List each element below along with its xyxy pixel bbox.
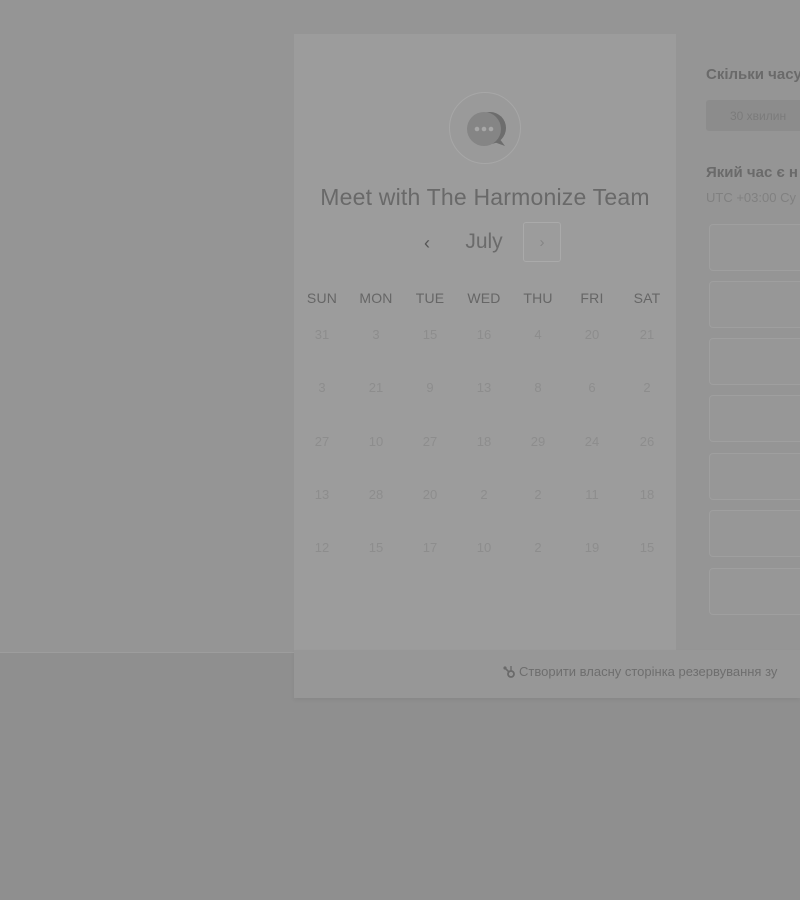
- weekday-label: TUE: [415, 290, 445, 306]
- weekday-label: SUN: [306, 290, 338, 306]
- calendar-day[interactable]: 3: [302, 380, 342, 395]
- month-label: July: [465, 230, 503, 253]
- calendar-day[interactable]: 19: [572, 540, 612, 555]
- calendar-day[interactable]: 29: [518, 434, 558, 449]
- calendar-day[interactable]: 24: [572, 434, 612, 449]
- calendar-day[interactable]: 21: [627, 327, 667, 342]
- calendar-card: Meet with The Harmonize Team ‹ July › SU…: [294, 34, 676, 650]
- time-heading: Який час є н: [706, 164, 798, 181]
- weekday-label: FRI: [580, 290, 604, 306]
- calendar-day[interactable]: 18: [627, 487, 667, 502]
- time-slot[interactable]: [709, 281, 800, 328]
- calendar-day[interactable]: 15: [410, 327, 450, 342]
- calendar-day[interactable]: 10: [356, 434, 396, 449]
- time-slot[interactable]: [709, 338, 800, 385]
- time-slot[interactable]: [709, 395, 800, 442]
- calendar-day[interactable]: 3: [356, 327, 396, 342]
- time-slot[interactable]: [709, 568, 800, 615]
- timezone-selector[interactable]: UTC +03:00 Су: [706, 190, 796, 205]
- previous-month-button[interactable]: ‹: [415, 231, 439, 255]
- time-slot[interactable]: [709, 224, 800, 271]
- calendar-day[interactable]: 20: [572, 327, 612, 342]
- calendar-day[interactable]: 2: [464, 487, 504, 502]
- calendar-day[interactable]: 9: [410, 380, 450, 395]
- calendar-day[interactable]: 2: [518, 487, 558, 502]
- duration-option-button[interactable]: 30 хвилин: [706, 100, 800, 131]
- calendar-day[interactable]: 27: [302, 434, 342, 449]
- duration-heading: Скільки часу: [706, 66, 800, 83]
- calendar-day[interactable]: 20: [410, 487, 450, 502]
- booking-panel: Скільки часу 30 хвилин Який час є н UTC …: [676, 34, 800, 650]
- calendar-day[interactable]: 6: [572, 380, 612, 395]
- weekday-label: THU: [523, 290, 553, 306]
- calendar-day[interactable]: 4: [518, 327, 558, 342]
- calendar-day[interactable]: 2: [627, 380, 667, 395]
- calendar-day[interactable]: 11: [572, 487, 612, 502]
- weekday-label: SAT: [633, 290, 661, 306]
- calendar-day[interactable]: 26: [627, 434, 667, 449]
- chevron-right-icon: ›: [539, 233, 545, 251]
- calendar-day[interactable]: 12: [302, 540, 342, 555]
- hubspot-sprocket-icon: [503, 665, 515, 678]
- time-slot[interactable]: [709, 453, 800, 500]
- next-month-button[interactable]: ›: [523, 222, 561, 262]
- calendar-day[interactable]: 21: [356, 380, 396, 395]
- calendar-day[interactable]: 8: [518, 380, 558, 395]
- time-slot[interactable]: [709, 510, 800, 557]
- calendar-day[interactable]: 13: [464, 380, 504, 395]
- calendar-day[interactable]: 28: [356, 487, 396, 502]
- weekday-label: MON: [359, 290, 393, 306]
- calendar-day[interactable]: 17: [410, 540, 450, 555]
- meeting-title: Meet with The Harmonize Team: [320, 184, 650, 210]
- chat-bubble-icon: [467, 112, 506, 146]
- calendar-day[interactable]: 31: [302, 327, 342, 342]
- weekday-label: WED: [467, 290, 501, 306]
- calendar-day[interactable]: 10: [464, 540, 504, 555]
- chevron-left-icon: ‹: [424, 232, 430, 253]
- calendar-day[interactable]: 27: [410, 434, 450, 449]
- calendar-day[interactable]: 15: [356, 540, 396, 555]
- footer-bar: Створити власну сторінка резервування зу: [294, 650, 800, 698]
- calendar-day[interactable]: 16: [464, 327, 504, 342]
- calendar-day[interactable]: 15: [627, 540, 667, 555]
- team-avatar: [449, 92, 521, 164]
- calendar-day[interactable]: 2: [518, 540, 558, 555]
- create-booking-page-link[interactable]: Створити власну сторінка резервування зу: [502, 664, 777, 679]
- footer-link-text: Створити власну сторінка резервування зу: [519, 664, 778, 679]
- calendar-day[interactable]: 13: [302, 487, 342, 502]
- calendar-day[interactable]: 18: [464, 434, 504, 449]
